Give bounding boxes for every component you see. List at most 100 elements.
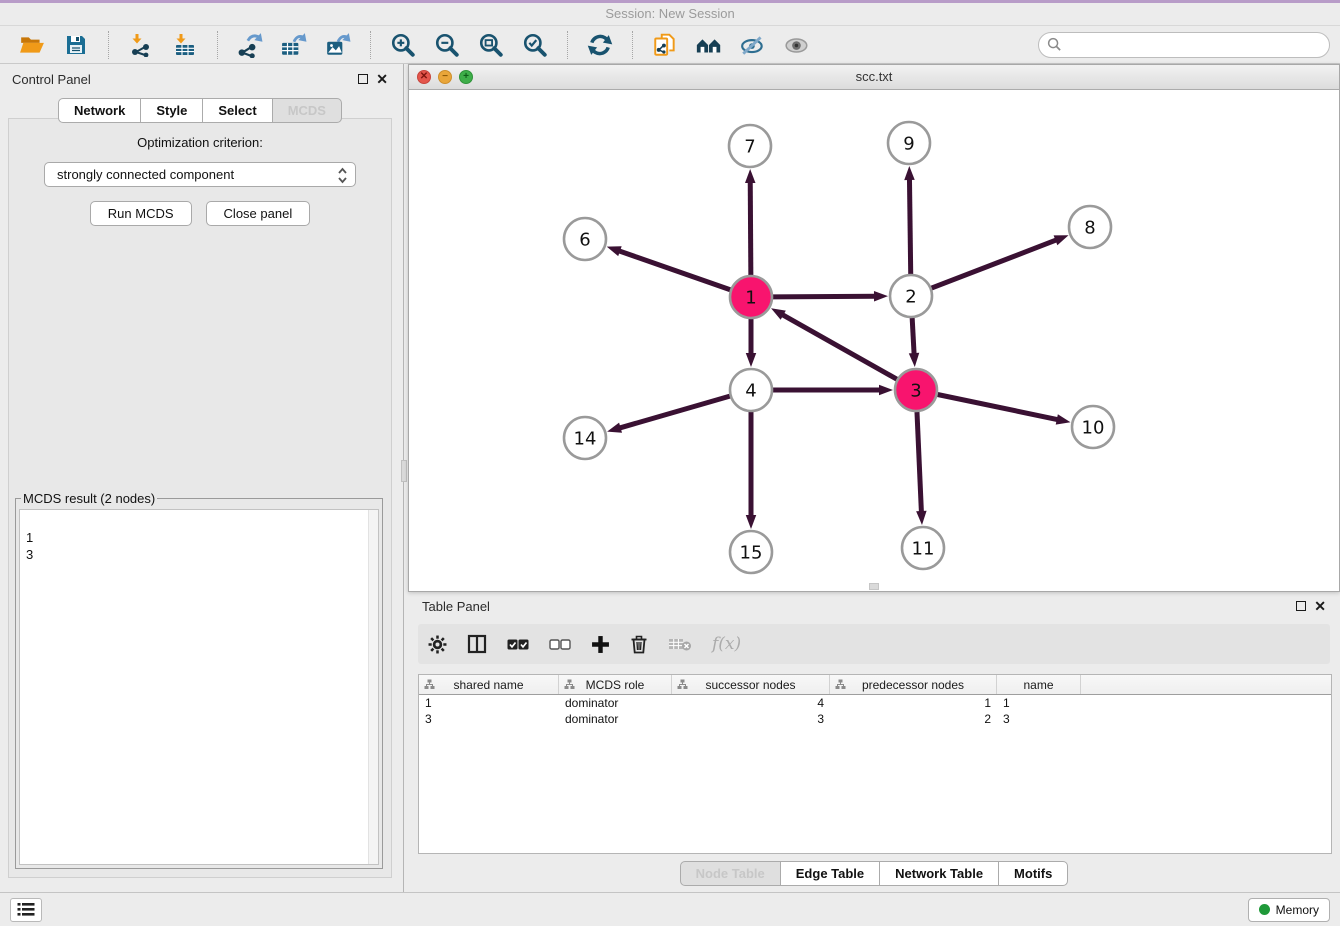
refresh-layout-icon[interactable] xyxy=(586,31,614,59)
table-cell[interactable]: 3 xyxy=(997,711,1081,727)
memory-button[interactable]: Memory xyxy=(1248,898,1330,922)
tab-network-table[interactable]: Network Table xyxy=(879,861,999,886)
clone-network-icon[interactable] xyxy=(651,31,679,59)
table-cell[interactable]: 1 xyxy=(830,695,997,711)
table-cell[interactable]: 4 xyxy=(672,695,830,711)
table-cell[interactable]: 3 xyxy=(672,711,830,727)
network-canvas[interactable]: 7968124314101511 xyxy=(409,90,1339,591)
control-panel-tabs: Network Style Select MCDS xyxy=(0,98,400,123)
result-scrollbar[interactable] xyxy=(368,510,378,864)
arrowhead-3-10 xyxy=(1056,414,1071,424)
export-image-icon[interactable] xyxy=(324,31,352,59)
edge-1-6[interactable] xyxy=(617,250,730,290)
arrowhead-1-6 xyxy=(607,246,622,256)
table-cell[interactable]: 3 xyxy=(419,711,559,727)
hide-selected-eye-icon[interactable] xyxy=(739,31,767,59)
dropdown-chevrons-icon xyxy=(337,167,348,187)
run-mcds-button[interactable]: Run MCDS xyxy=(90,201,192,226)
first-neighbors-icon[interactable] xyxy=(695,31,723,59)
close-table-panel-icon[interactable]: ✕ xyxy=(1314,601,1326,611)
table-cell[interactable]: 2 xyxy=(830,711,997,727)
add-column-icon[interactable] xyxy=(591,632,610,656)
export-table-icon[interactable] xyxy=(280,31,308,59)
tab-node-table[interactable]: Node Table xyxy=(680,861,781,886)
tab-mcds[interactable]: MCDS xyxy=(272,98,342,123)
edge-3-10[interactable] xyxy=(938,395,1060,421)
import-network-icon[interactable] xyxy=(127,31,155,59)
edge-1-7[interactable] xyxy=(750,180,751,275)
zoom-out-icon[interactable] xyxy=(433,31,461,59)
task-history-button[interactable] xyxy=(10,898,42,922)
edge-2-3[interactable] xyxy=(912,318,914,356)
window-zoom-icon[interactable]: + xyxy=(459,70,473,84)
tab-select[interactable]: Select xyxy=(202,98,272,123)
zoom-selected-icon[interactable] xyxy=(521,31,549,59)
canvas-resize-grip[interactable] xyxy=(869,583,879,590)
application-window: Session: New Session xyxy=(0,0,1340,926)
zoom-in-icon[interactable] xyxy=(389,31,417,59)
table-row[interactable]: 3dominator323 xyxy=(419,711,1331,727)
show-all-eye-icon[interactable] xyxy=(783,31,811,59)
table-header-row: shared name MCDS role successor nodes pr… xyxy=(419,675,1331,695)
tab-motifs[interactable]: Motifs xyxy=(998,861,1068,886)
panel-splitter[interactable] xyxy=(400,64,408,892)
table-settings-gear-icon[interactable] xyxy=(428,632,447,656)
tab-network[interactable]: Network xyxy=(58,98,141,123)
column-type-icon xyxy=(424,679,435,693)
column-header-shared-name[interactable]: shared name xyxy=(419,675,559,694)
table-panel-title: Table Panel xyxy=(422,599,490,614)
delete-table-icon[interactable] xyxy=(668,632,692,656)
graph-node-label-10: 10 xyxy=(1082,418,1105,439)
apply-function-icon[interactable]: f(x) xyxy=(712,632,741,656)
network-window-titlebar[interactable]: ✕ − + scc.txt xyxy=(409,65,1339,90)
graph-node-label-7: 7 xyxy=(744,137,755,158)
deselect-all-rows-icon[interactable] xyxy=(549,632,571,656)
column-header-predecessor-nodes[interactable]: predecessor nodes xyxy=(830,675,997,694)
search-input[interactable] xyxy=(1038,32,1330,58)
float-panel-icon[interactable] xyxy=(358,74,368,84)
arrowhead-2-8 xyxy=(1054,235,1069,245)
column-type-icon xyxy=(677,679,688,693)
close-panel-icon[interactable]: ✕ xyxy=(376,74,388,84)
edge-2-9[interactable] xyxy=(909,177,910,274)
table-panel: Table Panel ✕ xyxy=(408,592,1340,892)
edge-2-8[interactable] xyxy=(932,239,1059,288)
criterion-dropdown[interactable]: strongly connected component xyxy=(44,162,356,187)
window-close-icon[interactable]: ✕ xyxy=(417,70,431,84)
column-visibility-icon[interactable] xyxy=(467,632,487,656)
table-cell[interactable]: 1 xyxy=(419,695,559,711)
close-panel-button[interactable]: Close panel xyxy=(206,201,311,226)
select-all-rows-icon[interactable] xyxy=(507,632,529,656)
export-network-icon[interactable] xyxy=(236,31,264,59)
open-session-icon[interactable] xyxy=(18,31,46,59)
network-graph[interactable]: 7968124314101511 xyxy=(409,90,1339,591)
column-header-mcds-role[interactable]: MCDS role xyxy=(559,675,672,694)
arrowhead-4-3 xyxy=(879,385,893,396)
tab-edge-table[interactable]: Edge Table xyxy=(780,861,880,886)
tab-style[interactable]: Style xyxy=(140,98,203,123)
column-header-successor-nodes[interactable]: successor nodes xyxy=(672,675,830,694)
table-cell[interactable]: 1 xyxy=(997,695,1081,711)
table-cell[interactable]: dominator xyxy=(559,695,672,711)
splitter-grip[interactable] xyxy=(401,460,407,482)
edge-3-1[interactable] xyxy=(781,314,897,380)
table-row[interactable]: 1dominator411 xyxy=(419,695,1331,711)
save-session-icon[interactable] xyxy=(62,31,90,59)
edge-4-14[interactable] xyxy=(618,396,730,428)
table-cell[interactable]: dominator xyxy=(559,711,672,727)
edge-3-11[interactable] xyxy=(917,412,922,514)
arrowhead-4-14 xyxy=(607,423,622,433)
mcds-panel-content: Optimization criterion: strongly connect… xyxy=(8,118,392,878)
list-icon xyxy=(17,902,35,917)
criterion-value: strongly connected component xyxy=(57,167,234,182)
zoom-fit-icon[interactable] xyxy=(477,31,505,59)
table-toolbar: f(x) xyxy=(418,624,1330,664)
window-minimize-icon[interactable]: − xyxy=(438,70,452,84)
delete-column-trash-icon[interactable] xyxy=(630,632,648,656)
import-table-icon[interactable] xyxy=(171,31,199,59)
column-type-icon xyxy=(564,679,575,693)
edge-1-2[interactable] xyxy=(773,296,877,297)
mcds-result-list[interactable]: 1 3 xyxy=(19,509,379,865)
float-table-panel-icon[interactable] xyxy=(1296,601,1306,611)
column-header-name[interactable]: name xyxy=(997,675,1081,694)
